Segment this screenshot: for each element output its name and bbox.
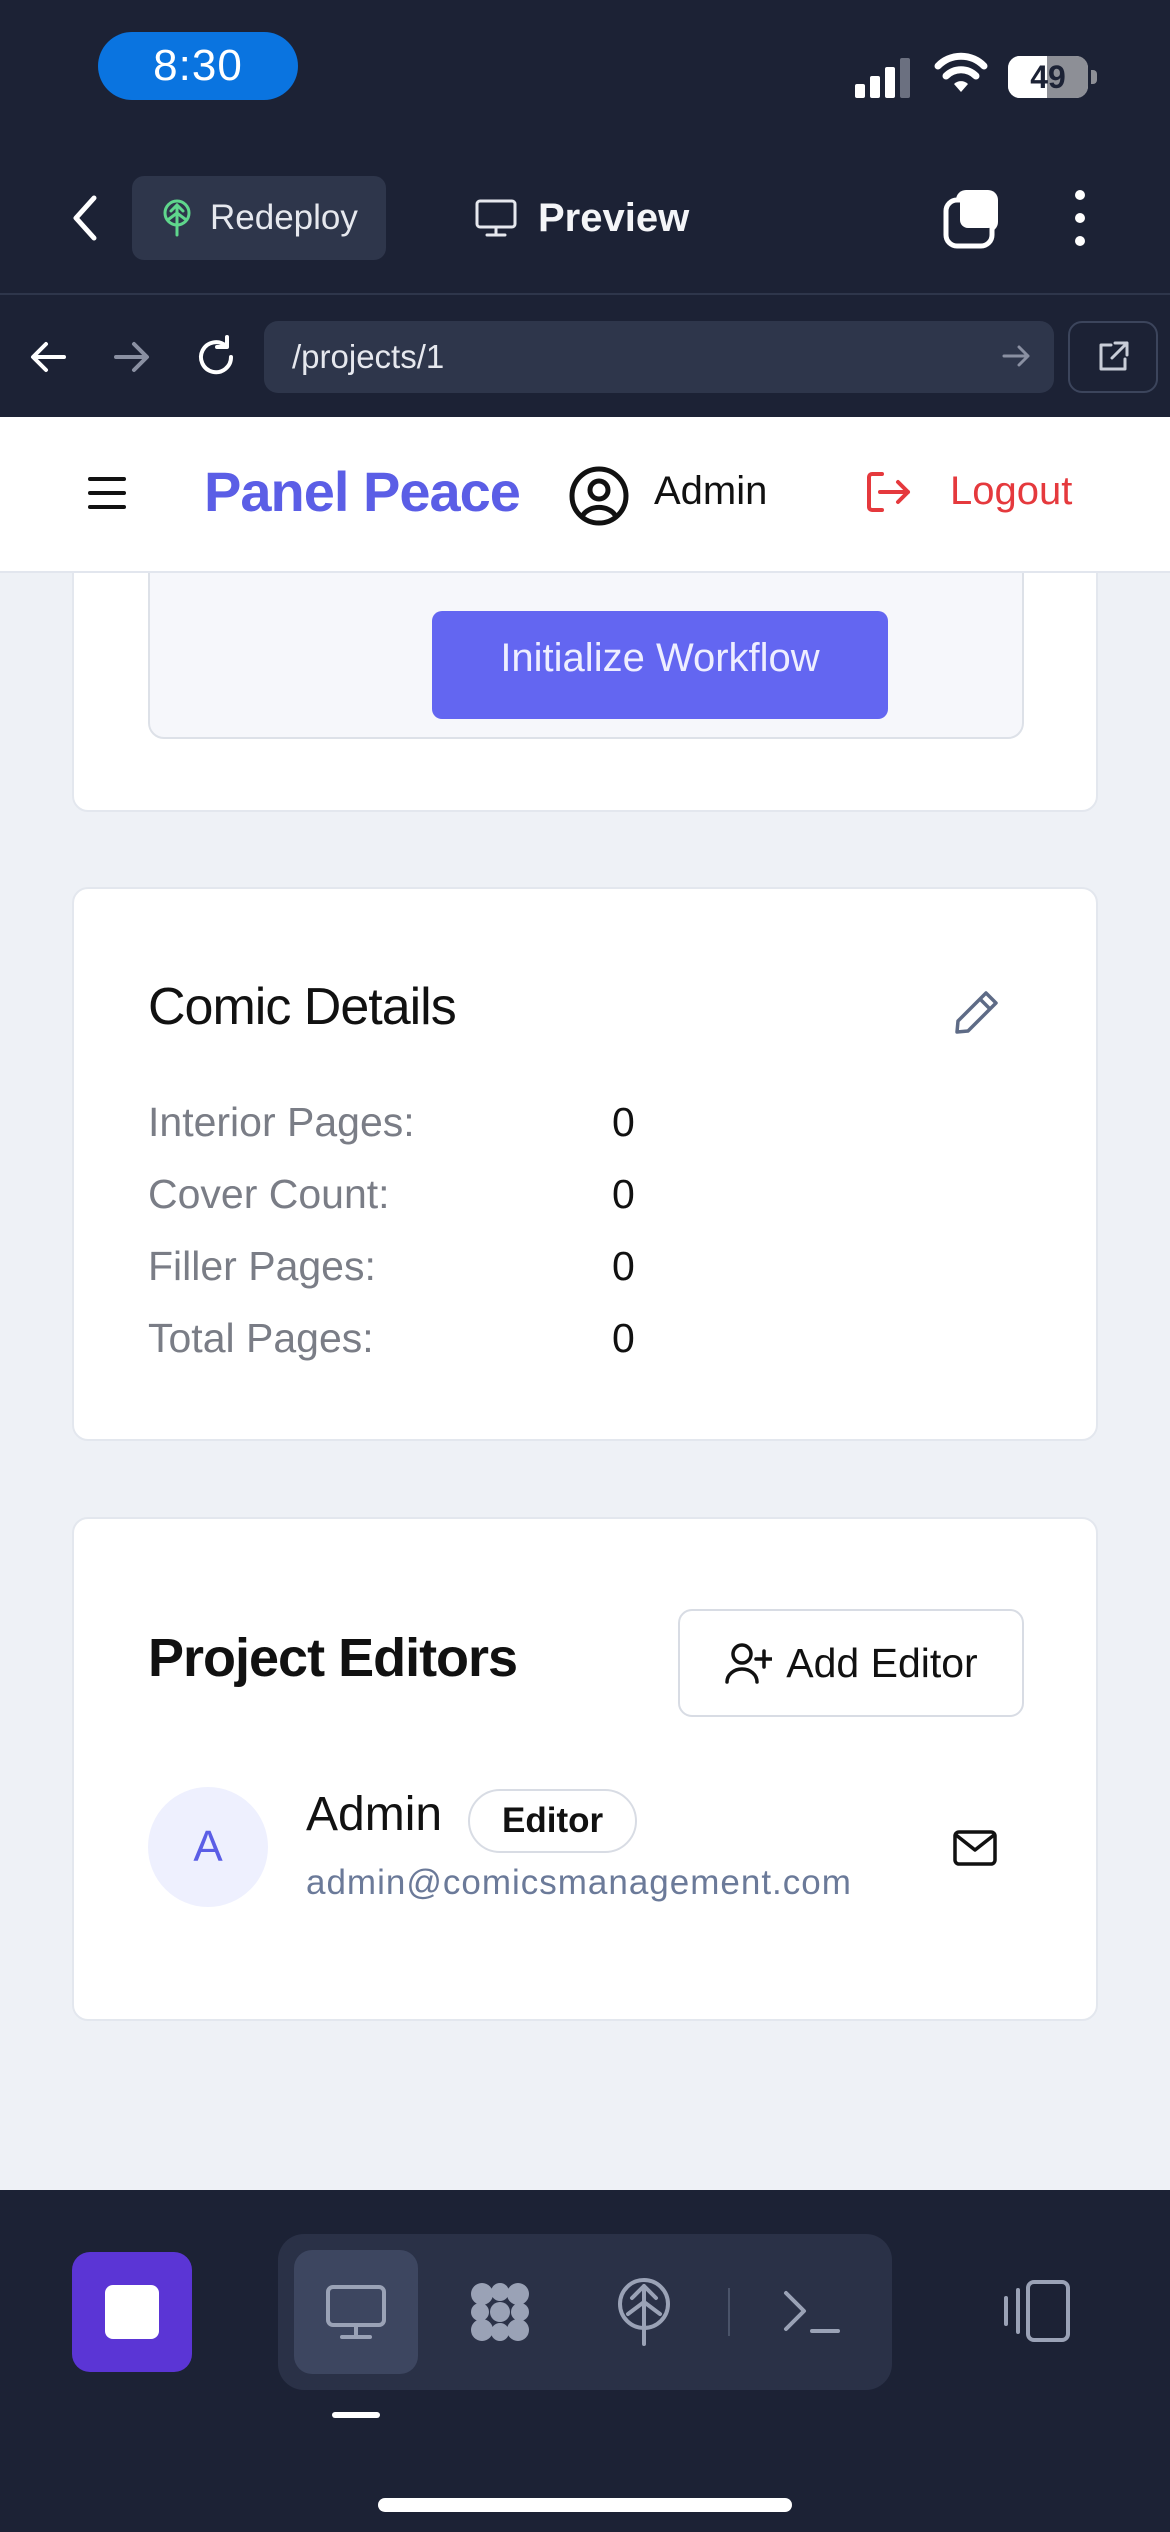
logout-label: Logout: [950, 469, 1073, 513]
deploy-icon: [618, 2278, 670, 2346]
project-editors-card: Project Editors Add Editor A Admin Edito…: [72, 1517, 1098, 2021]
user-name: Admin: [654, 469, 768, 513]
editor-name: Admin: [306, 1788, 443, 1841]
avatar: A: [148, 1787, 268, 1907]
redeploy-label: Redeploy: [210, 198, 358, 237]
apps-icon: [471, 2283, 529, 2341]
devices-icon[interactable]: [1000, 2278, 1072, 2344]
detail-value: 0: [612, 1099, 635, 1145]
detail-label: Interior Pages:: [148, 1099, 415, 1145]
dock-tab-group: [278, 2234, 892, 2390]
editor-email: admin@comicsmanagement.com: [306, 1863, 852, 1902]
back-button[interactable]: [60, 190, 110, 246]
initialize-workflow-button[interactable]: Initialize Workflow: [432, 611, 888, 719]
tab-deploy[interactable]: [582, 2250, 706, 2374]
terminal-icon: [784, 2291, 840, 2333]
detail-value: 0: [612, 1171, 635, 1217]
preview-label: Preview: [538, 195, 690, 240]
wifi-icon: [934, 52, 988, 92]
tab-apps[interactable]: [438, 2250, 562, 2374]
project-editors-title: Project Editors: [148, 1628, 518, 1688]
detail-value: 0: [612, 1243, 635, 1289]
preview-button[interactable]: Preview: [474, 176, 689, 260]
battery-nub: [1091, 70, 1097, 84]
stop-icon: [105, 2285, 159, 2339]
url-field[interactable]: /projects/1: [264, 321, 1054, 393]
detail-row-cover-count: Cover Count: 0: [148, 1171, 848, 1231]
tab-preview[interactable]: [294, 2250, 418, 2374]
external-link-icon: [1099, 341, 1129, 371]
site-navbar: Panel Peace Admin Logout: [0, 417, 1170, 573]
browser-bar: /projects/1: [0, 297, 1170, 417]
arrow-forward-icon[interactable]: [102, 327, 162, 387]
redeploy-icon: [163, 199, 191, 237]
bottom-dock: [0, 2190, 1170, 2532]
detail-label: Filler Pages:: [148, 1243, 376, 1289]
logout-button[interactable]: Logout: [866, 469, 1072, 514]
active-tab-indicator: [332, 2412, 380, 2418]
dock-divider: [728, 2288, 730, 2336]
add-editor-label: Add Editor: [786, 1639, 978, 1686]
comic-details-title: Comic Details: [148, 978, 457, 1036]
monitor-icon: [326, 2285, 386, 2339]
comic-details-card: Comic Details Interior Pages: 0 Cover Co…: [72, 887, 1098, 1441]
stop-button[interactable]: [72, 2252, 192, 2372]
brand-logo[interactable]: Panel Peace: [204, 459, 521, 524]
redeploy-button[interactable]: Redeploy: [132, 176, 386, 260]
monitor-icon: [475, 199, 517, 237]
detail-row-filler-pages: Filler Pages: 0: [148, 1243, 848, 1303]
mail-icon[interactable]: [952, 1829, 998, 1867]
arrow-back-icon[interactable]: [18, 327, 78, 387]
menu-icon[interactable]: [88, 477, 126, 509]
tab-terminal[interactable]: [750, 2250, 874, 2374]
back-icon: [73, 195, 97, 241]
add-editor-button[interactable]: Add Editor: [678, 1609, 1024, 1717]
tabs-icon[interactable]: [940, 186, 1004, 250]
battery-icon: 49: [1008, 56, 1088, 98]
user-plus-icon: [725, 1643, 773, 1684]
role-badge: Editor: [468, 1789, 638, 1853]
url-text: /projects/1: [292, 338, 445, 375]
status-time: 8:30: [98, 32, 298, 100]
user-circle-icon: [569, 466, 629, 526]
external-link-button[interactable]: [1068, 321, 1158, 393]
go-arrow-icon[interactable]: [1000, 339, 1034, 373]
signal-icon: [855, 58, 910, 98]
detail-value: 0: [612, 1315, 635, 1361]
logout-icon: [867, 471, 910, 512]
reload-icon[interactable]: [186, 327, 246, 387]
more-icon[interactable]: [1060, 186, 1100, 250]
detail-label: Total Pages:: [148, 1315, 374, 1361]
status-bar: 8:30 49: [0, 0, 1170, 140]
detail-label: Cover Count:: [148, 1171, 390, 1217]
detail-row-interior-pages: Interior Pages: 0: [148, 1099, 848, 1159]
detail-row-total-pages: Total Pages: 0: [148, 1315, 848, 1375]
home-indicator: [378, 2498, 792, 2512]
app-toolbar: Redeploy Preview: [0, 140, 1170, 295]
pencil-icon[interactable]: [952, 987, 1002, 1037]
battery-level: 49: [1030, 58, 1066, 95]
web-content: Panel Peace Admin Logout Initialize Work…: [0, 417, 1170, 2190]
